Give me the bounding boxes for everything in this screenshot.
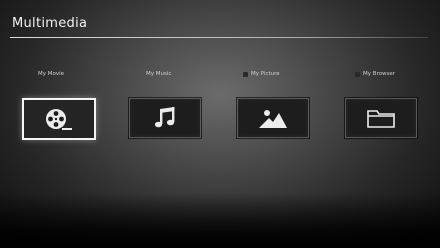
marker-dot <box>243 71 248 77</box>
label-my-movie: My Movie <box>38 71 64 77</box>
label-text: My Movie <box>38 71 65 77</box>
multimedia-screen: Multimedia My Movie My Music My Picture … <box>0 0 440 248</box>
folder-icon <box>367 110 395 128</box>
my-picture-tile[interactable] <box>237 98 309 138</box>
title-divider <box>10 37 428 38</box>
my-browser-tile[interactable] <box>345 98 417 138</box>
bottom-shadow <box>0 193 440 248</box>
category-labels: My Movie My Music My Picture My Browser <box>0 71 440 83</box>
picture-icon <box>259 110 287 128</box>
page-title: Multimedia <box>12 16 88 31</box>
label-text: My Browser <box>363 71 396 77</box>
my-music-tile[interactable] <box>129 98 201 138</box>
music-note-icon <box>154 107 175 128</box>
label-text: My Music <box>146 71 172 77</box>
label-my-picture: My Picture <box>243 71 280 77</box>
label-my-browser: My Browser <box>355 71 395 77</box>
marker-dot <box>355 71 360 77</box>
label-my-music: My Music <box>146 71 171 77</box>
label-text: My Picture <box>251 71 280 77</box>
film-reel-icon <box>46 109 72 130</box>
my-movie-tile[interactable] <box>22 98 96 140</box>
